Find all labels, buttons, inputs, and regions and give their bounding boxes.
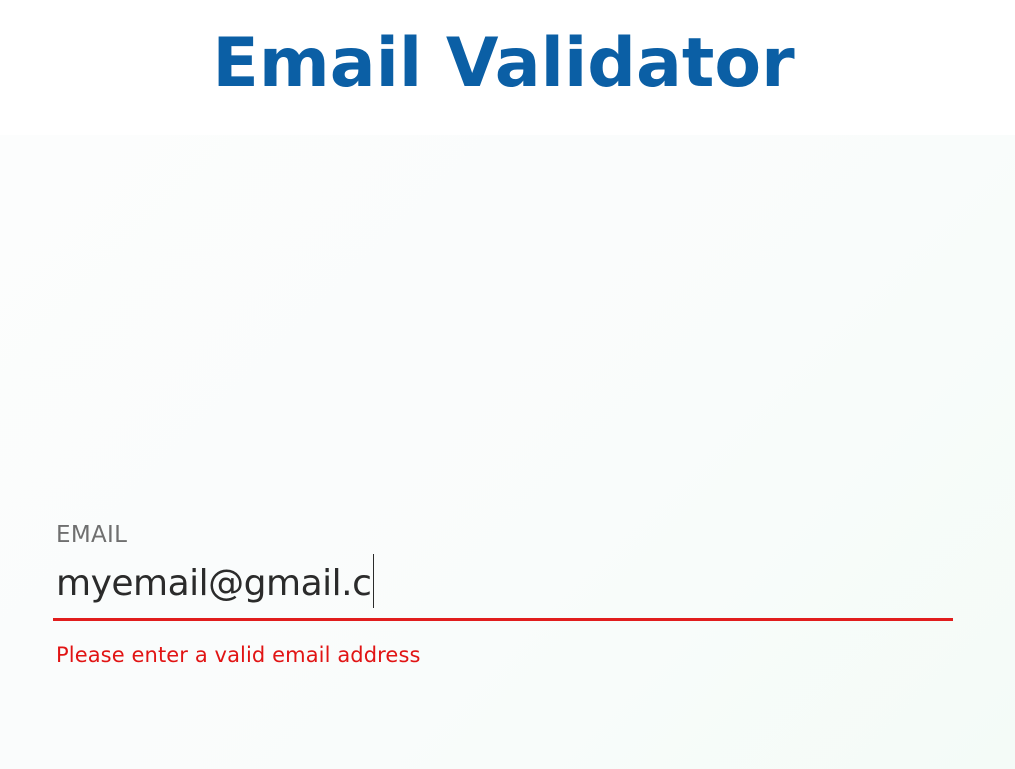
form-panel [0, 135, 1015, 769]
email-label: EMAIL [56, 522, 128, 548]
header: Email Validator [0, 0, 1015, 135]
email-error-message: Please enter a valid email address [56, 643, 421, 667]
email-input-underline-error [53, 618, 953, 621]
email-input[interactable]: myemail@gmail.c [56, 554, 375, 612]
text-caret [373, 554, 375, 608]
page-title: Email Validator [212, 24, 795, 103]
email-input-value[interactable]: myemail@gmail.c [56, 563, 372, 604]
